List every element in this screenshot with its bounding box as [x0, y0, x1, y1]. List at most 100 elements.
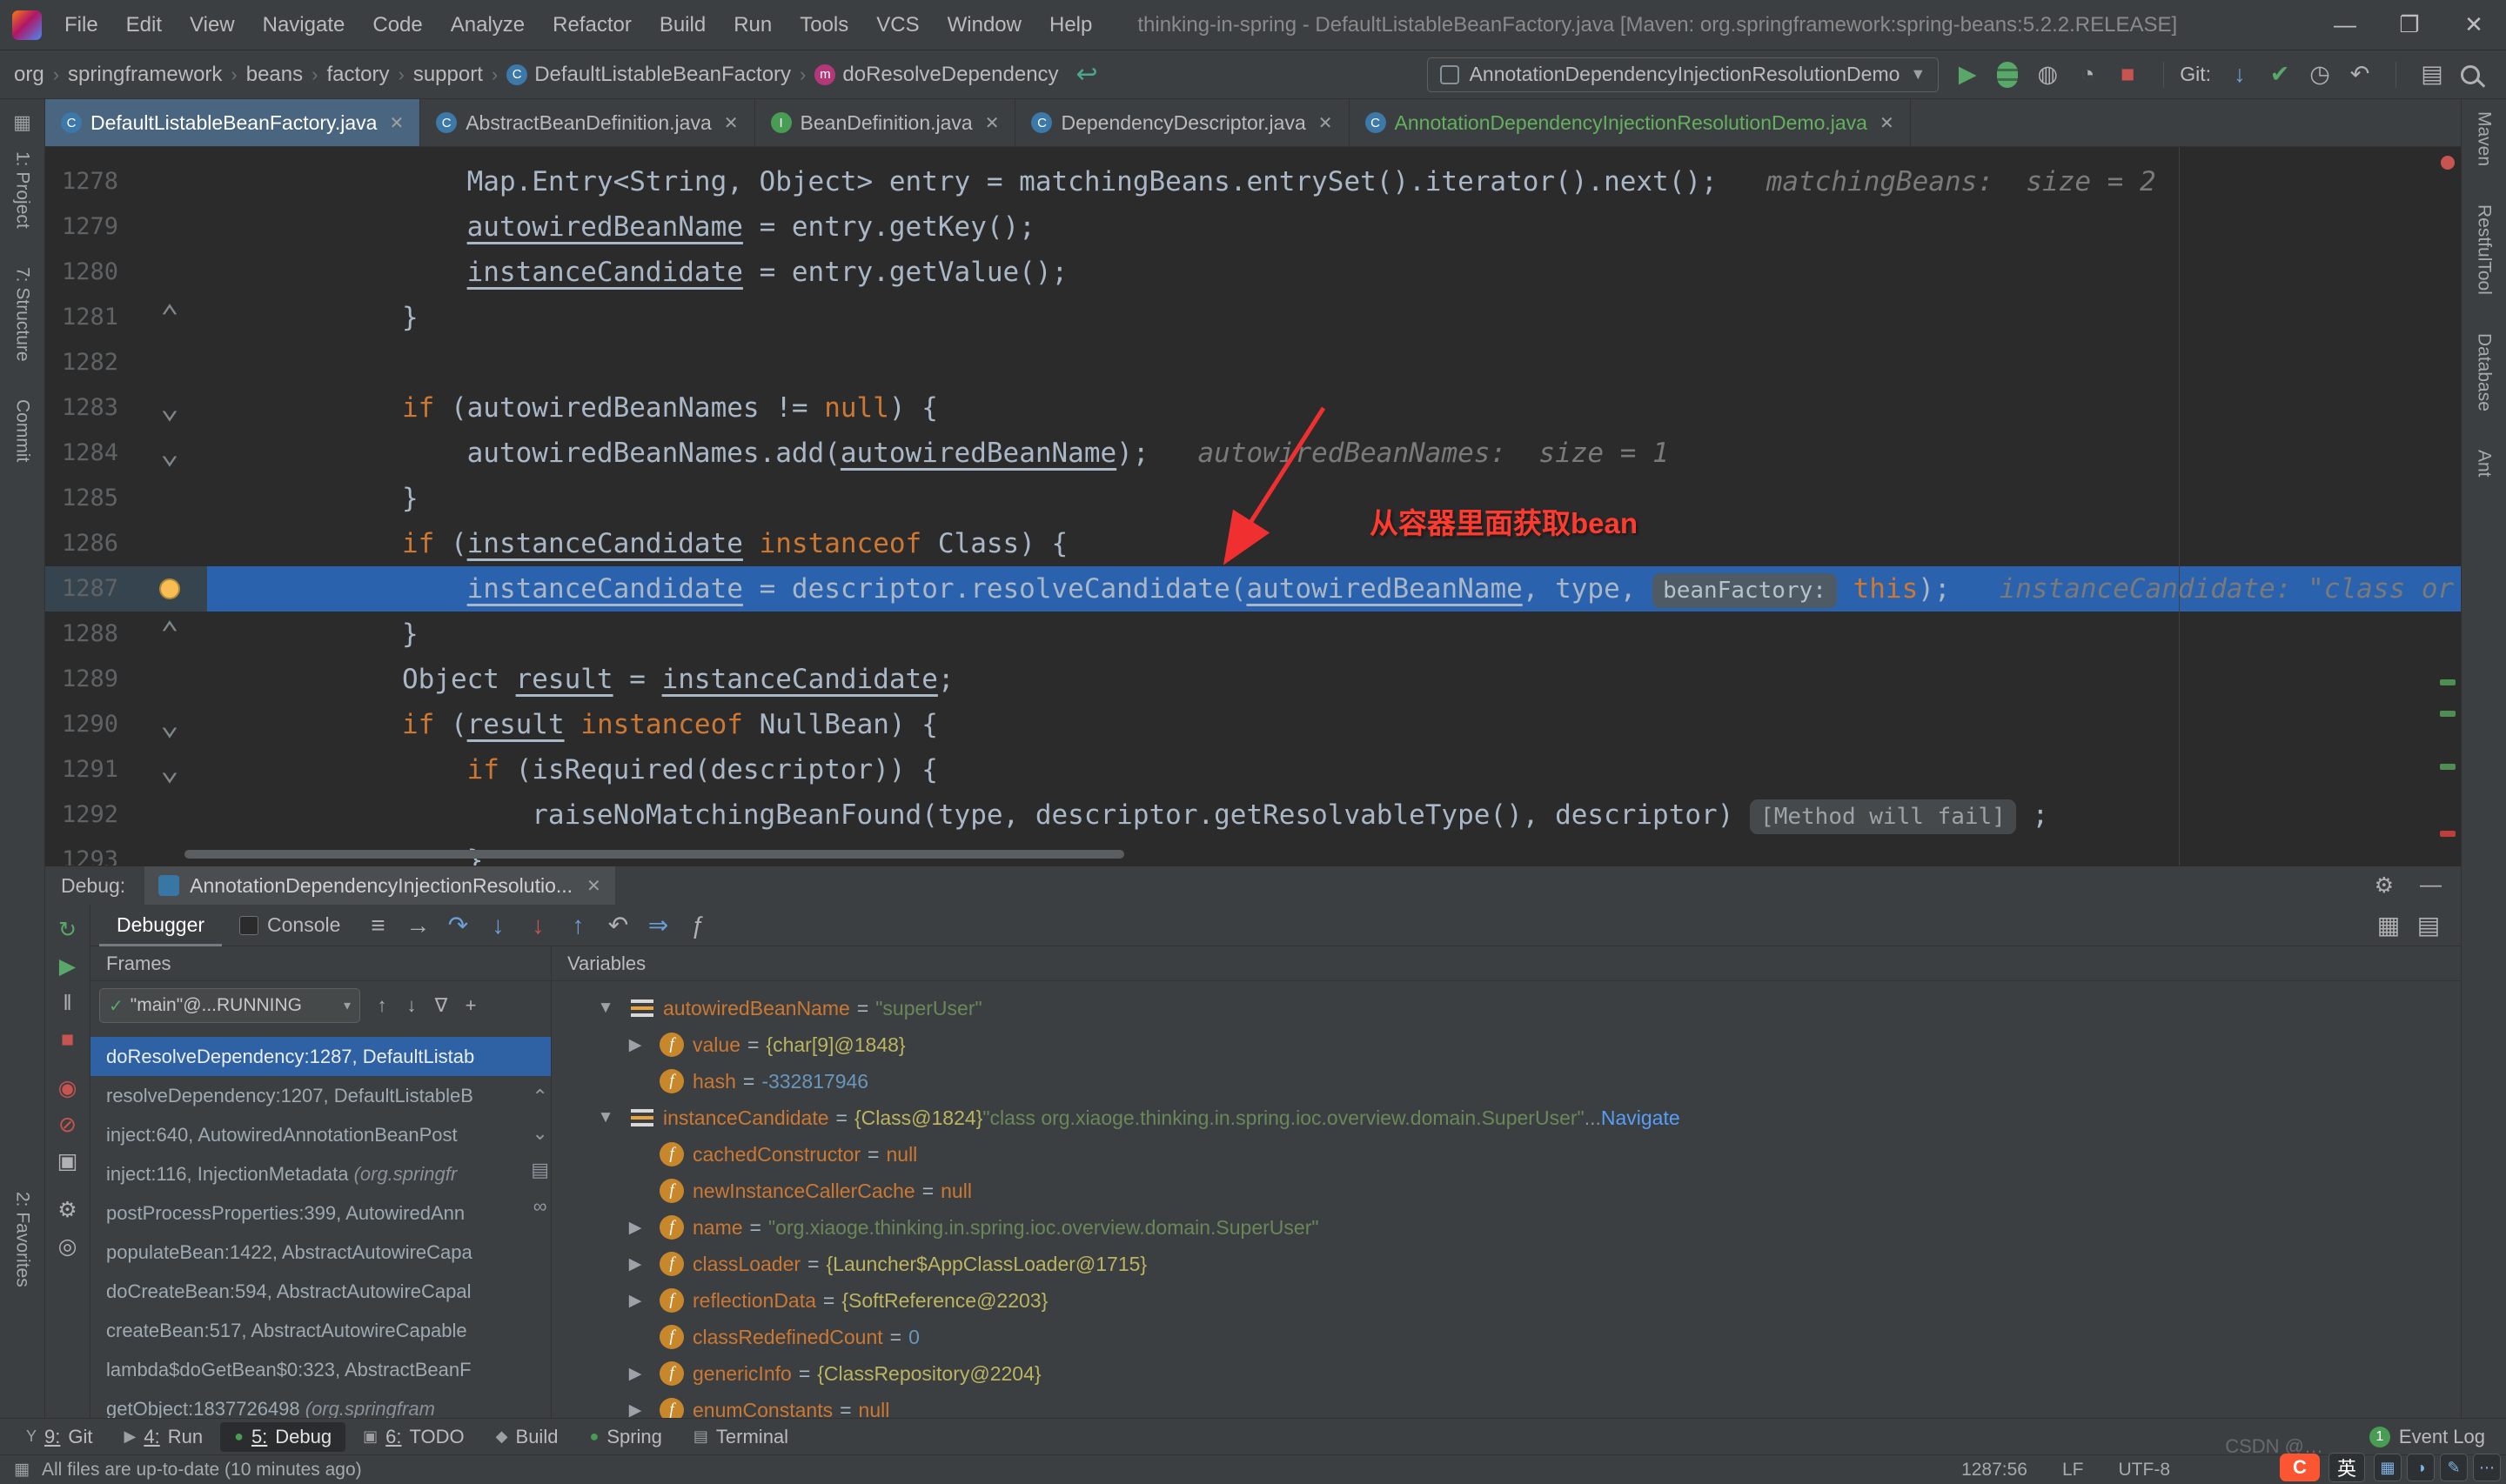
prev-frame-button[interactable]: ↑ [367, 991, 397, 1020]
line-number[interactable]: 1288 [45, 612, 132, 657]
line-number[interactable]: 1280 [45, 250, 132, 295]
hamburger-menu-icon[interactable]: ≡ [358, 906, 398, 946]
close-icon[interactable]: ✕ [724, 112, 739, 134]
ime-keyboard-icon[interactable]: ▦ [2374, 1454, 2402, 1481]
toolwindow-button-terminal[interactable]: ▤ Terminal [680, 1422, 802, 1452]
close-button[interactable]: ✕ [2442, 0, 2506, 50]
restore-layout-button[interactable]: ▤ [2409, 906, 2449, 946]
variable-row[interactable]: ▼ instanceCandidate = {Class@1824} "class o… [552, 1100, 2461, 1136]
toolwindow-button-run[interactable]: ▶ 4: Run [111, 1422, 218, 1452]
file-encoding[interactable]: UTF-8 [2119, 1460, 2171, 1481]
toolwindow-button-todo[interactable]: ▣ 6: TODO [349, 1422, 479, 1452]
sidebar-item-maven[interactable]: Maven [2474, 111, 2495, 166]
hide-panel-button[interactable]: — [2420, 872, 2442, 899]
step-into-button[interactable]: ↓ [478, 906, 518, 946]
line-ending[interactable]: LF [2062, 1460, 2084, 1481]
ime-language-badge[interactable]: 英 [2328, 1453, 2365, 1482]
menu-edit[interactable]: Edit [112, 13, 176, 37]
debug-session-tab[interactable]: AnnotationDependencyInjectionResolutio..… [144, 866, 615, 905]
menu-run[interactable]: Run [720, 13, 786, 37]
variable-row[interactable]: ▶ f classLoader = {Launcher$AppClassLoader@1… [552, 1246, 2461, 1282]
line-number[interactable]: 1293 [45, 838, 132, 866]
error-indicator-icon[interactable] [2441, 156, 2455, 170]
event-log-button[interactable]: 1 Event Log [2369, 1426, 2485, 1448]
navigate-link[interactable]: Navigate [1601, 1106, 1680, 1130]
expander-icon[interactable]: ▶ [620, 1035, 651, 1055]
menu-refactor[interactable]: Refactor [539, 13, 646, 37]
expander-icon[interactable]: ▶ [620, 1291, 651, 1311]
variable-row[interactable]: ▶ f enumConstants = null [552, 1392, 2461, 1418]
close-icon[interactable]: ✕ [586, 875, 601, 897]
expander-icon[interactable]: ▼ [590, 999, 621, 1018]
tab-DefaultListableBeanFactory.java[interactable]: C DefaultListableBeanFactory.java ✕ [45, 99, 421, 146]
add-watch-button[interactable]: + [456, 991, 486, 1020]
variable-row[interactable]: ▶ f reflectionData = {SoftReference@2203} [552, 1282, 2461, 1319]
expander-icon[interactable]: ▼ [590, 1108, 621, 1127]
sidebar-item-restfultool[interactable]: RestfulTool [2474, 204, 2495, 295]
breadcrumb-item-beans[interactable]: beans [246, 63, 303, 87]
line-number[interactable]: 1284 [45, 431, 132, 476]
close-icon[interactable]: ✕ [985, 112, 1000, 134]
toolwindow-button-git[interactable]: Y 9: Git [12, 1422, 107, 1452]
tab-debugger[interactable]: Debugger [99, 905, 222, 946]
menu-tools[interactable]: Tools [786, 13, 862, 37]
stack-frame[interactable]: createBean:517, AbstractAutowireCapable [90, 1311, 551, 1350]
minimize-button[interactable]: — [2313, 0, 2377, 50]
copy-stack-icon[interactable]: ▤ [531, 1159, 549, 1181]
close-icon[interactable]: ✕ [1880, 112, 1894, 134]
caret-position[interactable]: 1287:56 [1961, 1460, 2027, 1481]
thread-dump-button[interactable]: ▣ [49, 1143, 87, 1180]
menu-navigate[interactable]: Navigate [249, 13, 359, 37]
variable-row[interactable]: f classRedefinedCount = 0 [552, 1319, 2461, 1355]
up-gutter-icon[interactable]: ⌃ [132, 295, 207, 340]
line-number[interactable]: 1287 [45, 566, 132, 612]
stop-button[interactable]: ■ [2107, 55, 2148, 95]
toolwindow-button-spring[interactable]: ● Spring [575, 1422, 675, 1452]
variable-row[interactable]: ▶ f genericInfo = {ClassRepository@2204} [552, 1355, 2461, 1392]
stack-frame[interactable]: lambda$doGetBean$0:323, AbstractBeanF [90, 1350, 551, 1389]
line-number[interactable]: 1289 [45, 657, 132, 702]
down-gutter-icon[interactable]: ⌄ [132, 702, 207, 747]
sidebar-item-structure[interactable]: 7: Structure [12, 267, 33, 362]
expander-icon[interactable]: ▶ [620, 1218, 651, 1238]
history-button[interactable]: ◷ [2300, 55, 2340, 95]
layout-grid-button[interactable]: ▦ [2369, 906, 2409, 946]
show-all-frames-icon[interactable]: ∞ [533, 1195, 547, 1218]
variable-row[interactable]: ▶ f name = "org.xiaoge.thinking.in.spring.io… [552, 1209, 2461, 1246]
stack-frame[interactable]: doCreateBean:594, AbstractAutowireCapal [90, 1272, 551, 1311]
show-execution-point-button[interactable]: → [398, 906, 438, 946]
commit-button[interactable]: ✔ [2260, 55, 2300, 95]
settings-gear-icon[interactable]: ⚙ [49, 1192, 87, 1228]
menu-analyze[interactable]: Analyze [437, 13, 539, 37]
error-mark[interactable] [2440, 831, 2456, 837]
navigate-back-icon[interactable]: ↩ [1076, 59, 1098, 90]
tab-BeanDefinition.java[interactable]: I BeanDefinition.java ✕ [755, 99, 1016, 146]
vcs-change-mark[interactable] [2440, 679, 2456, 685]
intention-bulb-icon[interactable] [159, 578, 180, 599]
stack-frame[interactable]: resolveDependency:1207, DefaultListableB [90, 1076, 551, 1115]
expander-icon[interactable]: ▶ [620, 1364, 651, 1384]
sidebar-item-project[interactable]: 1: Project [12, 151, 33, 229]
tab-AnnotationDependencyInjectionResolutionDemo.java[interactable]: C AnnotationDependencyInjectionResolution… [1350, 99, 1911, 146]
variable-row[interactable]: ▶ f value = {char[9]@1848} [552, 1026, 2461, 1063]
breadcrumb-item-DefaultListableBeanFactory[interactable]: C DefaultListableBeanFactory [506, 63, 791, 87]
stack-frame[interactable]: inject:640, AutowiredAnnotationBeanPost [90, 1115, 551, 1154]
tab-DependencyDescriptor.java[interactable]: C DependencyDescriptor.java ✕ [1015, 99, 1350, 146]
sidebar-item-favorites[interactable]: 2: Favorites [12, 1192, 33, 1287]
line-number[interactable]: 1278 [45, 159, 132, 204]
drop-frame-button[interactable]: ↶ [598, 906, 638, 946]
toolwindow-button-debug[interactable]: ● 5: Debug [220, 1421, 346, 1452]
rollback-button[interactable]: ↶ [2340, 55, 2380, 95]
run-to-cursor-button[interactable]: ⇒ [638, 906, 678, 946]
stop-button[interactable]: ■ [49, 1021, 87, 1058]
horizontal-scrollbar[interactable] [184, 850, 1124, 859]
line-number[interactable]: 1282 [45, 340, 132, 385]
mute-breakpoints-button[interactable]: ⊘ [49, 1106, 87, 1143]
sidebar-item-commit[interactable]: Commit [12, 399, 33, 462]
up-gutter-icon[interactable]: ⌃ [132, 612, 207, 657]
menu-file[interactable]: File [50, 13, 112, 37]
search-everywhere-icon[interactable] [2461, 64, 2480, 84]
menu-view[interactable]: View [176, 13, 249, 37]
line-number[interactable]: 1286 [45, 521, 132, 566]
debug-button[interactable] [1987, 55, 2027, 95]
